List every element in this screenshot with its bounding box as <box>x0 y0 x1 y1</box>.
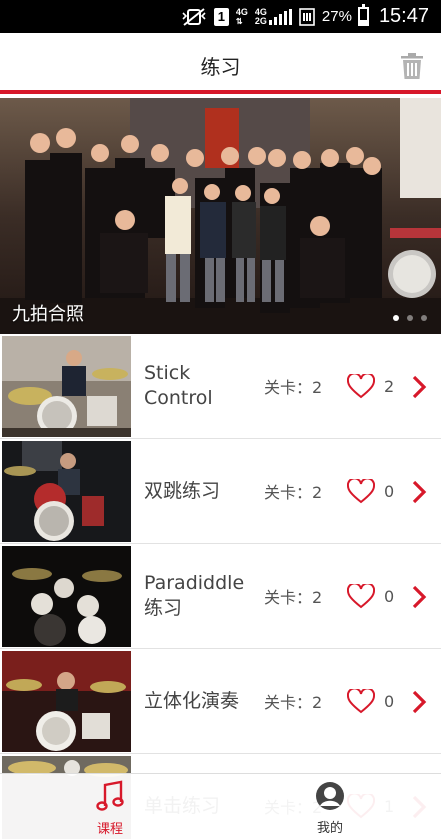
chevron-right-icon[interactable] <box>411 690 427 714</box>
battery-percent: 27% <box>321 8 352 25</box>
like-count: 0 <box>384 586 395 606</box>
title-bar: 练习 <box>0 33 441 94</box>
clock: 15:47 <box>378 5 429 27</box>
vibrate-mute-icon <box>181 7 207 26</box>
music-note-icon <box>96 780 124 816</box>
course-level: 关卡：2 <box>264 483 323 502</box>
course-list: Stick Control 关卡：2 2 双跳练习 关卡：2 0 Paradid… <box>0 334 441 839</box>
banner-caption: 九拍合照 <box>12 304 84 325</box>
sim-slot-indicator: 1 <box>213 7 229 26</box>
heart-icon[interactable] <box>346 477 376 504</box>
signal-bars-icon <box>268 8 292 25</box>
like-count: 2 <box>384 376 395 396</box>
course-row[interactable]: 立体化演奏 关卡：2 0 <box>0 649 441 754</box>
status-bar: 1 4G ⇅ 4G 2G 27% 15:47 <box>0 0 441 33</box>
carousel-dot[interactable] <box>393 315 399 321</box>
course-thumbnail <box>2 546 131 647</box>
tab-me[interactable]: 我的 <box>270 774 390 839</box>
course-thumbnail <box>2 336 131 437</box>
carousel-dot[interactable] <box>421 315 427 321</box>
course-name: Paradiddle 练习 <box>144 572 245 619</box>
bottom-nav: 课程 我的 <box>0 773 441 839</box>
course-level: 关卡：2 <box>264 693 323 712</box>
banner-photo <box>0 98 441 334</box>
chevron-right-icon[interactable] <box>411 375 427 399</box>
page-title: 练习 <box>200 55 241 79</box>
heart-icon[interactable] <box>346 582 376 609</box>
like-count: 0 <box>384 691 395 711</box>
user-avatar-icon <box>315 781 345 815</box>
trash-icon[interactable] <box>401 53 423 79</box>
course-name: 双跳练习 <box>144 479 221 502</box>
course-thumbnail <box>2 651 131 752</box>
like-count: 0 <box>384 481 395 501</box>
network-4g-2g-indicator: 4G 2G <box>255 7 292 26</box>
course-row[interactable]: 双跳练习 关卡：2 0 <box>0 439 441 544</box>
chevron-right-icon[interactable] <box>411 585 427 609</box>
tab-me-label: 我的 <box>316 821 343 836</box>
course-level: 关卡：2 <box>264 588 323 607</box>
heart-icon[interactable] <box>346 687 376 714</box>
battery-icon <box>357 4 369 26</box>
data-card-icon <box>299 7 315 26</box>
course-thumbnail <box>2 441 131 542</box>
course-row[interactable]: Stick Control 关卡：2 2 <box>0 334 441 439</box>
network-4g-indicator: 4G ⇅ <box>235 6 248 26</box>
banner-carousel[interactable]: 九拍合照 <box>0 98 441 334</box>
chevron-right-icon[interactable] <box>411 480 427 504</box>
heart-icon[interactable] <box>346 372 376 399</box>
course-level: 关卡：2 <box>264 378 323 397</box>
course-row[interactable]: Paradiddle 练习 关卡：2 0 <box>0 544 441 649</box>
carousel-dots <box>393 315 427 321</box>
course-name: 立体化演奏 <box>144 689 240 712</box>
course-name: Stick Control <box>144 362 213 409</box>
tab-course[interactable]: 课程 <box>50 774 170 839</box>
tab-course-label: 课程 <box>96 822 123 837</box>
carousel-dot[interactable] <box>407 315 413 321</box>
